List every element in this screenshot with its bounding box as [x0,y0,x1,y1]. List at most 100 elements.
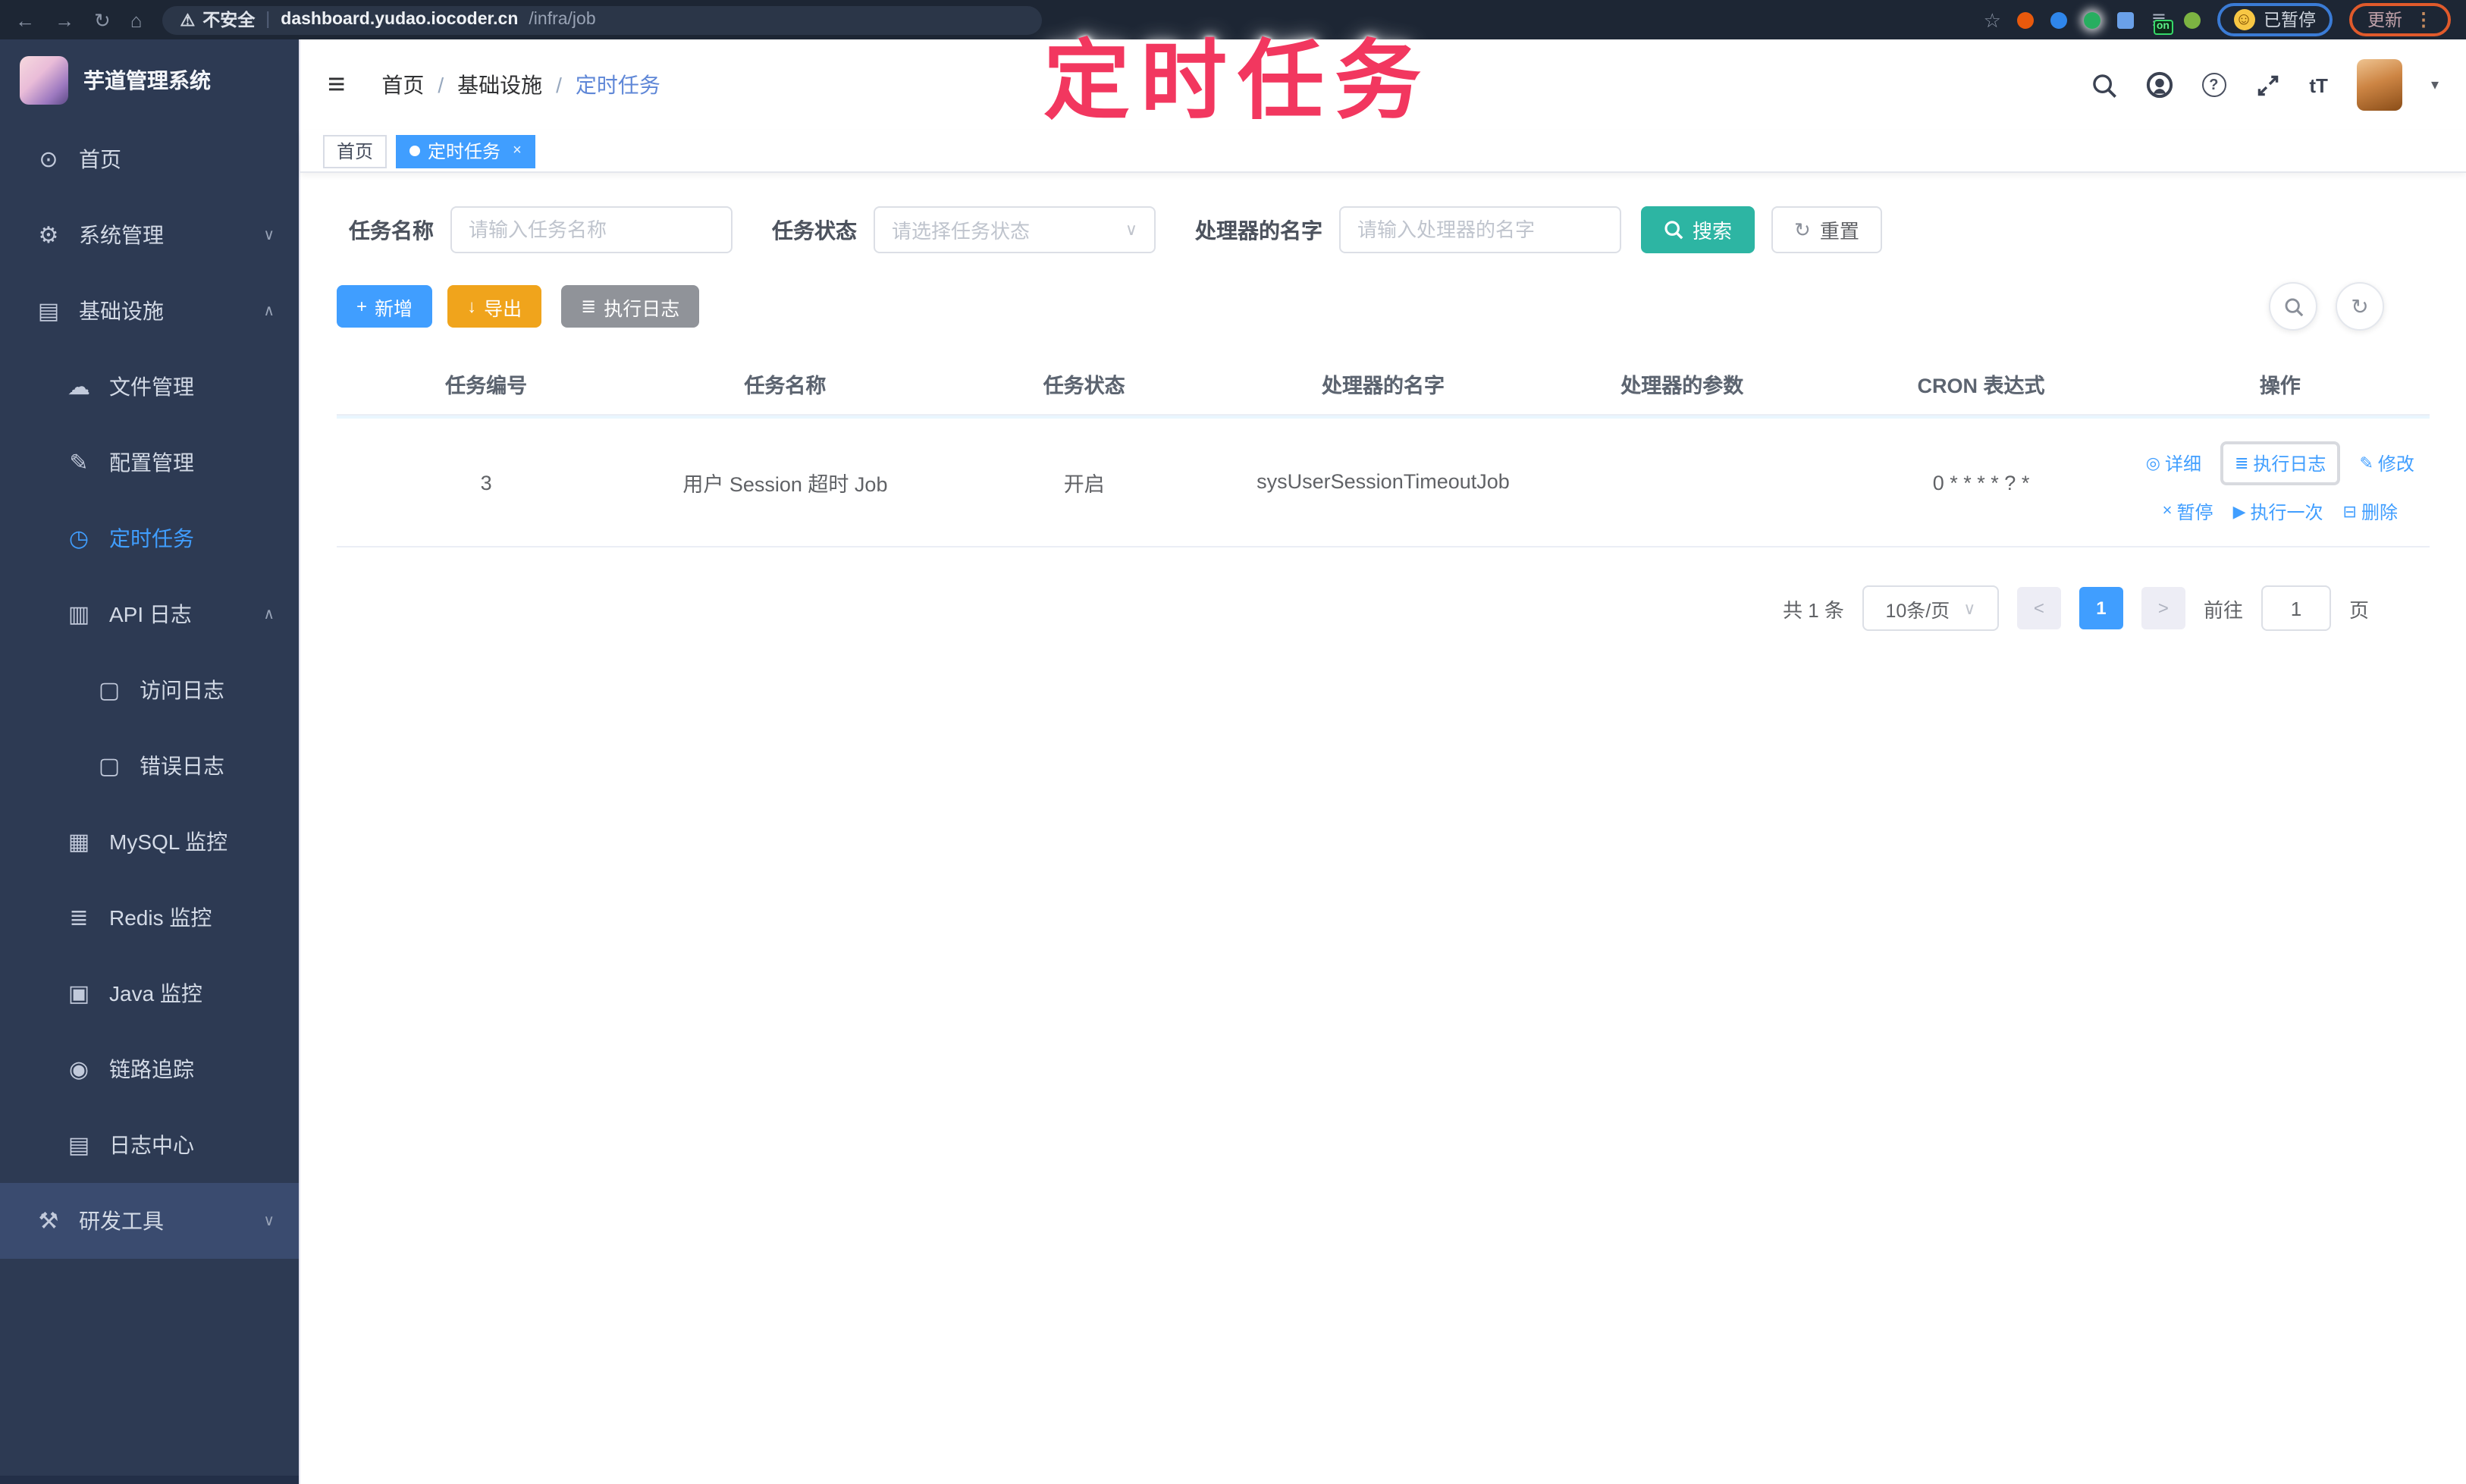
add-button[interactable]: + 新增 [337,285,433,328]
handwritten-annotation: 定时任务 [1043,33,1432,130]
sidebar-item-api-log[interactable]: ▥ API 日志 ∧ [0,576,299,652]
breadcrumb-current: 定时任务 [575,73,660,97]
security-label: 不安全 [202,12,256,30]
sidebar-logo-row[interactable]: 芋道管理系统 [0,39,299,121]
timer-icon: ◷ [68,526,89,552]
paused-profile-annotation[interactable]: ☺ 已暂停 [2217,3,2333,36]
reset-button[interactable]: ↻ 重置 [1771,206,1882,253]
sidebar-item-redis-monitor[interactable]: ≣ Redis 监控 [0,880,299,955]
security-warning[interactable]: ⚠ 不安全 [180,8,256,32]
trash-icon: ⊟ [2342,503,2357,521]
home-icon[interactable]: ⌂ [130,10,143,30]
pause-action-label: 暂停 [2176,501,2213,522]
fullscreen-icon[interactable] [2254,72,2280,98]
address-bar[interactable]: ⚠ 不安全 | dashboard.yudao.iocoder.cn/infra… [162,5,1042,34]
help-icon[interactable]: ? [2201,73,2226,97]
export-button[interactable]: ↓ 导出 [447,285,542,328]
extension-icon[interactable] [2117,11,2135,28]
app-logo-avatar [20,56,68,105]
task-status-select[interactable]: 请选择任务状态 ∨ [874,206,1156,253]
detail-action[interactable]: ◎ 详细 [2146,450,2201,475]
sidebar-item-home[interactable]: ⊙ 首页 [0,121,299,197]
sidebar-item-file-management[interactable]: ☁ 文件管理 [0,349,299,425]
prev-page-button[interactable]: < [2016,587,2061,629]
sidebar-item-infrastructure[interactable]: ▤ 基础设施 ∧ [0,273,299,349]
log-center-icon: ▤ [67,1133,90,1159]
sidebar-item-config-management[interactable]: ✎ 配置管理 [0,425,299,500]
back-icon[interactable]: ← [15,10,35,30]
user-avatar[interactable] [2356,59,2402,111]
edit-action[interactable]: ✎ 修改 [2359,450,2414,475]
page-size-select[interactable]: 10条/页 ∨ [1862,585,1999,631]
extension-icon[interactable] [2183,11,2200,28]
column-header: 任务编号 [445,375,528,397]
sidebar-item-label: 错误日志 [140,754,224,778]
sidebar-item-label: 定时任务 [109,526,194,551]
tag-scheduled-jobs[interactable]: 定时任务 × [396,134,535,168]
reload-icon[interactable]: ↻ [94,10,111,30]
pagination: 共 1 条 10条/页 ∨ < 1 > 前往 页 [337,585,2369,631]
tags-view-bar: 首页 定时任务 × [300,130,2466,173]
update-button[interactable]: 更新 [2367,8,2402,32]
sidebar-item-trace[interactable]: ◉ 链路追踪 [0,1031,299,1107]
browser-menu-icon[interactable]: ⋮ [2414,9,2433,30]
handler-name-input[interactable] [1339,206,1621,253]
table-settings: ↻ [2269,282,2384,331]
pause-action[interactable]: × 暂停 [2163,498,2213,524]
task-name-input[interactable] [450,206,733,253]
cell-actions: ◎ 详细 ≣ 执行日志 ✎ 修改 × 暂停 ▶ 执行一次 ⊟ 删除 [2131,428,2430,536]
bookmark-star-icon[interactable]: ☆ [1984,10,2001,30]
sidebar-item-system[interactable]: ⚙ 系统管理 ∨ [0,197,299,273]
delete-action[interactable]: ⊟ 删除 [2343,498,2398,524]
sidebar-item-dev-tools[interactable]: ⚒ 研发工具 ∨ [0,1183,299,1259]
sidebar-item-label: API 日志 [109,602,192,626]
update-annotation[interactable]: 更新 ⋮ [2349,3,2451,36]
toggle-search-button[interactable] [2269,282,2317,331]
cell-cron: 0 * * * * ? * [1932,471,2030,494]
extension-icon[interactable] [2017,11,2035,28]
next-page-button[interactable]: > [2141,587,2185,629]
handler-name-label: 处理器的名字 [1195,218,1322,242]
page-content: 任务名称 任务状态 请选择任务状态 ∨ 处理器的名字 [300,173,2466,1484]
avatar-caret-icon[interactable]: ▾ [2431,77,2439,93]
search-button[interactable]: 搜索 [1641,206,1755,253]
goto-page-input[interactable] [2260,585,2331,631]
sidebar-item-label: 链路追踪 [109,1057,194,1081]
current-page-button[interactable]: 1 [2079,587,2123,629]
extension-icon[interactable] [2050,11,2068,28]
collapse-sidebar-icon[interactable]: ≡ [328,70,345,100]
task-status-label: 任务状态 [772,218,857,242]
sidebar-item-label: 基础设施 [79,299,164,323]
cell-handler-name: sysUserSessionTimeoutJob [1234,453,1533,512]
sidebar-item-mysql-monitor[interactable]: ▦ MySQL 监控 [0,804,299,880]
sidebar-item-error-log[interactable]: ▢ 错误日志 [0,728,299,804]
font-size-icon[interactable]: tT [2309,74,2328,96]
extension-list-icon[interactable]: ≣on [2151,11,2173,35]
exec-log-button[interactable]: ≣ 执行日志 [561,285,700,328]
run-once-action[interactable]: ▶ 执行一次 [2233,498,2323,524]
close-icon[interactable]: × [513,143,522,159]
extension-icon[interactable] [2084,11,2101,28]
exec-log-action[interactable]: ≣ 执行日志 [2220,441,2340,485]
page-size-value: 10条/页 [1885,600,1950,621]
breadcrumb-section[interactable]: 基础设施 [457,70,542,100]
row-actions: ◎ 详细 ≣ 执行日志 ✎ 修改 × 暂停 ▶ 执行一次 ⊟ 删除 [2146,441,2414,524]
tag-home[interactable]: 首页 [323,134,387,168]
forward-icon[interactable]: → [55,10,74,30]
sidebar-item-label: 研发工具 [79,1209,164,1233]
sidebar-item-access-log[interactable]: ▢ 访问日志 [0,652,299,728]
refresh-table-button[interactable]: ↻ [2336,282,2384,331]
sidebar-item-log-center[interactable]: ▤ 日志中心 [0,1107,299,1183]
search-icon[interactable] [2091,72,2116,98]
app-window: 定时任务 ← → ↻ ⌂ ⚠ 不安全 | dashboard.yudao.ioc… [0,0,2466,1484]
url-divider: | [265,11,271,29]
sidebar-item-java-monitor[interactable]: ▣ Java 监控 [0,955,299,1031]
goto-label: 前往 [2203,598,2243,621]
breadcrumb-home[interactable]: 首页 [381,70,424,100]
sidebar-item-scheduled-jobs[interactable]: ◷ 定时任务 [0,500,299,576]
github-icon[interactable] [2145,71,2173,99]
cell-job-name: 用户 Session 超时 Job [682,473,888,496]
chevron-down-icon: ∨ [1125,221,1137,240]
java-icon: ▣ [67,981,90,1007]
mysql-icon: ▦ [67,830,90,855]
